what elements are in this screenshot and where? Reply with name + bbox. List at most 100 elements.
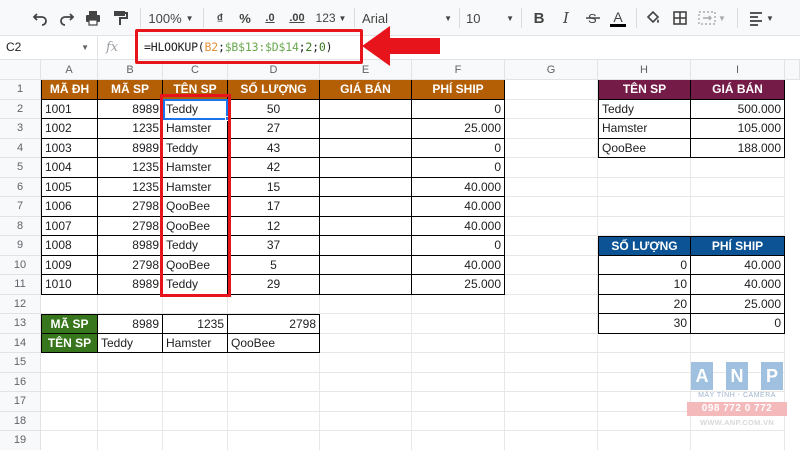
main-table-cell[interactable] (320, 177, 412, 197)
cell[interactable] (228, 372, 320, 392)
lookup-table-label[interactable]: MÃ SP (41, 314, 98, 334)
lookup-table-cell[interactable]: Hamster (163, 333, 228, 353)
currency-button[interactable]: ₫ (211, 6, 229, 30)
cell[interactable] (505, 255, 598, 275)
main-table-cell[interactable]: 29 (228, 275, 320, 295)
ship-table-cell[interactable]: 25.000 (691, 294, 785, 314)
main-table-cell[interactable] (320, 236, 412, 256)
cell[interactable] (691, 177, 785, 197)
fill-color-icon[interactable] (643, 6, 663, 30)
cell[interactable] (505, 314, 598, 334)
cell[interactable] (163, 431, 228, 450)
cell[interactable] (598, 392, 691, 412)
more-formats-button[interactable]: 123 ▼ (313, 6, 349, 30)
main-table-cell[interactable]: 25.000 (412, 275, 505, 295)
cell[interactable] (98, 411, 163, 431)
ship-table-cell[interactable]: 30 (598, 314, 691, 334)
main-table-cell[interactable]: 1007 (41, 216, 98, 236)
row-header-1[interactable]: 1 (0, 80, 41, 100)
main-table-cell[interactable] (320, 138, 412, 158)
cell[interactable] (320, 294, 412, 314)
cell[interactable] (412, 411, 505, 431)
cell[interactable] (505, 353, 598, 373)
cell[interactable] (598, 177, 691, 197)
price-table-cell[interactable]: 188.000 (691, 138, 785, 158)
merge-cells-icon[interactable]: ▼ (697, 6, 727, 30)
text-color-button[interactable]: A (608, 6, 628, 30)
main-table-cell[interactable]: 1001 (41, 99, 98, 119)
strikethrough-icon[interactable]: S (583, 6, 603, 30)
main-table-cell[interactable]: 40.000 (412, 197, 505, 217)
main-table-cell[interactable]: 40.000 (412, 216, 505, 236)
decrease-decimal-button[interactable]: .0 (260, 6, 280, 30)
main-table-cell[interactable]: 25.000 (412, 119, 505, 139)
cell[interactable] (98, 372, 163, 392)
cell[interactable] (412, 333, 505, 353)
price-table-cell[interactable]: Hamster (598, 119, 691, 139)
column-header-a[interactable]: A (41, 60, 98, 80)
cell[interactable] (691, 216, 785, 236)
main-table-cell[interactable]: 1006 (41, 197, 98, 217)
cell[interactable] (320, 392, 412, 412)
main-table-cell[interactable]: 1235 (98, 177, 163, 197)
price-table-cell[interactable]: Teddy (598, 99, 691, 119)
cell[interactable] (41, 372, 98, 392)
cell[interactable] (505, 197, 598, 217)
column-header-g[interactable]: G (505, 60, 598, 80)
cell[interactable] (320, 372, 412, 392)
main-table-cell[interactable]: 43 (228, 138, 320, 158)
increase-decimal-button[interactable]: .00 (284, 6, 310, 30)
main-table-cell[interactable] (320, 158, 412, 178)
cell[interactable] (505, 158, 598, 178)
row-header-8[interactable]: 8 (0, 216, 41, 236)
cell[interactable] (598, 353, 691, 373)
main-table-cell[interactable] (320, 119, 412, 139)
row-header-15[interactable]: 15 (0, 353, 41, 373)
cell[interactable] (41, 431, 98, 450)
row-header-4[interactable]: 4 (0, 138, 41, 158)
cell[interactable] (598, 197, 691, 217)
cell[interactable] (320, 333, 412, 353)
cell[interactable] (505, 216, 598, 236)
cell[interactable] (320, 314, 412, 334)
cell[interactable] (412, 392, 505, 412)
price-table-cell[interactable]: 105.000 (691, 119, 785, 139)
price-table-header[interactable]: TÊN SP (598, 80, 691, 100)
cell[interactable] (163, 411, 228, 431)
row-header-3[interactable]: 3 (0, 119, 41, 139)
cell[interactable] (412, 314, 505, 334)
percent-button[interactable]: % (236, 6, 254, 30)
cell[interactable] (598, 216, 691, 236)
lookup-table-cell[interactable]: Teddy (98, 333, 163, 353)
row-header-2[interactable]: 2 (0, 99, 41, 119)
cell[interactable] (598, 431, 691, 450)
cell[interactable] (598, 333, 691, 353)
cell[interactable] (163, 353, 228, 373)
ship-table-cell[interactable]: 0 (598, 255, 691, 275)
lookup-table-label[interactable]: TÊN SP (41, 333, 98, 353)
cell[interactable] (505, 275, 598, 295)
main-table-header[interactable]: SỐ LƯỢNG (228, 80, 320, 100)
main-table-cell[interactable]: 17 (228, 197, 320, 217)
ship-table-cell[interactable]: 10 (598, 275, 691, 295)
cell[interactable] (505, 119, 598, 139)
column-header-h[interactable]: H (598, 60, 691, 80)
main-table-cell[interactable]: 1008 (41, 236, 98, 256)
main-table-cell[interactable]: 2798 (98, 216, 163, 236)
price-table-header[interactable]: GIÁ BÁN (691, 80, 785, 100)
row-header-17[interactable]: 17 (0, 392, 41, 412)
main-table-cell[interactable]: 1004 (41, 158, 98, 178)
ship-table-cell[interactable]: 40.000 (691, 275, 785, 295)
cell[interactable] (598, 411, 691, 431)
row-header-11[interactable]: 11 (0, 275, 41, 295)
main-table-cell[interactable]: 0 (412, 236, 505, 256)
main-table-cell[interactable] (320, 275, 412, 295)
cell[interactable] (98, 392, 163, 412)
cell[interactable] (412, 353, 505, 373)
ship-table-header[interactable]: SỐ LƯỢNG (598, 236, 691, 256)
main-table-cell[interactable] (320, 99, 412, 119)
cell[interactable] (228, 353, 320, 373)
cell[interactable] (505, 80, 598, 100)
cell[interactable] (412, 372, 505, 392)
main-table-header[interactable]: GIÁ BÁN (320, 80, 412, 100)
